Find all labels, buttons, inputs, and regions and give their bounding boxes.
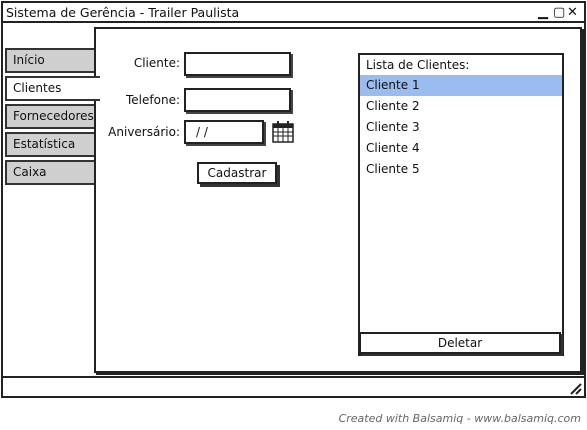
list-item-cliente-2[interactable]: Cliente 2 bbox=[360, 96, 562, 117]
list-item-cliente-3[interactable]: Cliente 3 bbox=[360, 117, 562, 138]
calendar-icon[interactable] bbox=[271, 120, 295, 144]
tab-clientes[interactable]: Clientes bbox=[5, 76, 100, 101]
list-item-cliente-5[interactable]: Cliente 5 bbox=[360, 159, 562, 180]
footer-credit: Created with Balsamiq - www.balsamiq.com bbox=[338, 412, 581, 425]
resize-grip-icon[interactable] bbox=[568, 380, 582, 395]
deletar-button[interactable]: Deletar bbox=[359, 332, 561, 354]
tab-inicio[interactable]: Início bbox=[5, 48, 97, 73]
cadastrar-button[interactable]: Cadastrar bbox=[197, 162, 277, 184]
tab-estatistica[interactable]: Estatística bbox=[5, 132, 97, 157]
list-item-cliente-4[interactable]: Cliente 4 bbox=[360, 138, 562, 159]
close-button[interactable]: ✕ bbox=[567, 5, 578, 21]
list-item-cliente-1[interactable]: Cliente 1 bbox=[360, 75, 562, 96]
telefone-label: Telefone: bbox=[126, 93, 180, 107]
aniversario-label: Aniversário: bbox=[108, 125, 180, 139]
cliente-label: Cliente: bbox=[133, 56, 180, 70]
maximize-button[interactable]: ▢ bbox=[553, 5, 565, 21]
telefone-input[interactable] bbox=[184, 88, 291, 112]
minimize-button[interactable]: ▁ bbox=[538, 5, 548, 21]
tab-fornecedores[interactable]: Fornecedores bbox=[5, 104, 97, 129]
cliente-input[interactable] bbox=[184, 52, 291, 76]
aniversario-input[interactable]: / / bbox=[184, 120, 264, 144]
client-list-header: Lista de Clientes: bbox=[366, 58, 470, 72]
window-title: Sistema de Gerência - Trailer Paulista bbox=[6, 5, 240, 20]
client-list[interactable]: Lista de Clientes: Cliente 1 Cliente 2 C… bbox=[358, 53, 564, 356]
tab-caixa[interactable]: Caixa bbox=[5, 160, 97, 185]
status-bar bbox=[3, 376, 584, 378]
